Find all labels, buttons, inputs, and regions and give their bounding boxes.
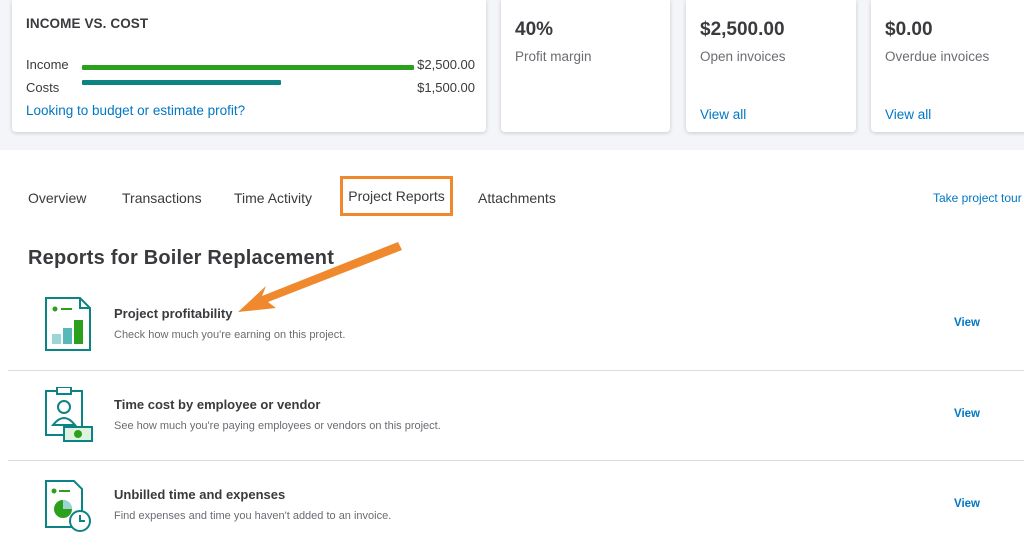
open-invoices-view-all-link[interactable]: View all: [700, 107, 746, 122]
unbilled-clock-icon: [45, 480, 91, 532]
tab-project-reports[interactable]: Project Reports: [340, 176, 453, 216]
profit-margin-card: 40% Profit margin: [501, 0, 670, 132]
tab-attachments[interactable]: Attachments: [478, 190, 556, 206]
report-title[interactable]: Project profitability: [114, 306, 232, 321]
card-title: INCOME VS. COST: [26, 16, 149, 31]
open-invoices-card: $2,500.00 Open invoices View all: [686, 0, 856, 132]
income-value: $2,500.00: [417, 57, 475, 72]
overdue-invoices-value: $0.00: [885, 19, 933, 40]
open-invoices-value: $2,500.00: [700, 19, 785, 40]
report-row-time-cost: Time cost by employee or vendor See how …: [8, 370, 1024, 460]
tab-overview[interactable]: Overview: [28, 190, 86, 206]
view-time-cost-button[interactable]: View: [954, 408, 980, 420]
page-title: Reports for Boiler Replacement: [28, 247, 335, 269]
view-unbilled-button[interactable]: View: [954, 498, 980, 510]
report-title[interactable]: Unbilled time and expenses: [114, 487, 285, 502]
employee-badge-icon: [45, 387, 93, 442]
profit-margin-label: Profit margin: [515, 49, 592, 64]
overdue-invoices-label: Overdue invoices: [885, 49, 990, 64]
report-subtitle: See how much you're paying employees or …: [114, 420, 441, 432]
report-row-unbilled: Unbilled time and expenses Find expenses…: [8, 460, 1024, 550]
profitability-report-icon: [45, 297, 91, 351]
tab-transactions[interactable]: Transactions: [122, 190, 202, 206]
open-invoices-label: Open invoices: [700, 49, 786, 64]
profit-margin-value: 40%: [515, 19, 554, 40]
costs-bar: [82, 80, 282, 85]
income-label: Income: [26, 57, 69, 72]
costs-label: Costs: [26, 80, 60, 95]
take-project-tour-link[interactable]: Take project tour: [933, 191, 1022, 205]
budget-estimate-link[interactable]: Looking to budget or estimate profit?: [26, 103, 245, 118]
report-title[interactable]: Time cost by employee or vendor: [114, 397, 320, 412]
costs-value: $1,500.00: [417, 80, 475, 95]
overdue-invoices-card: $0.00 Overdue invoices View all: [871, 0, 1024, 132]
report-subtitle: Find expenses and time you haven't added…: [114, 510, 392, 522]
report-row-project-profitability: Project profitability Check how much you…: [8, 280, 1024, 370]
project-tabs: Overview Transactions Time Activity Proj…: [0, 176, 1024, 218]
income-vs-cost-card: INCOME VS. COST Income $2,500.00 Costs $…: [12, 0, 486, 132]
report-subtitle: Check how much you're earning on this pr…: [114, 329, 346, 341]
overdue-invoices-view-all-link[interactable]: View all: [885, 107, 931, 122]
income-bar: [82, 65, 414, 70]
tab-time-activity[interactable]: Time Activity: [234, 190, 312, 206]
view-project-profitability-button[interactable]: View: [954, 317, 980, 329]
